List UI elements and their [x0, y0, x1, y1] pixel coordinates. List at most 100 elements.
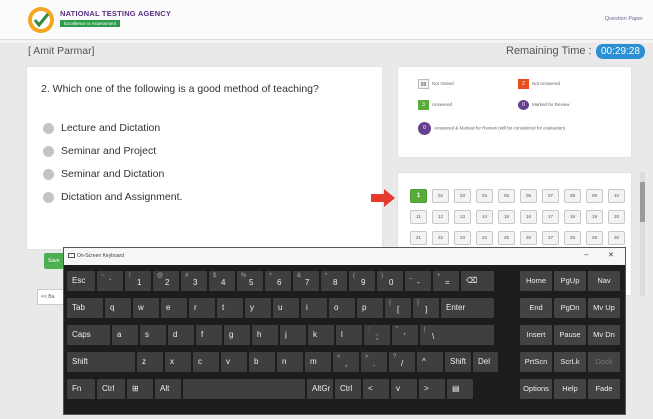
key-f[interactable]: f	[196, 325, 222, 345]
key-Alt[interactable]: Alt	[155, 379, 181, 399]
question-number-button[interactable]: 03	[454, 189, 471, 203]
key-symbol[interactable]: | \	[420, 325, 494, 345]
question-number-button[interactable]: 23	[454, 231, 471, 245]
key-2[interactable]: @2	[153, 271, 179, 291]
key-pgup[interactable]: PgUp	[554, 271, 586, 291]
question-number-button[interactable]: 22	[432, 231, 449, 245]
question-number-button[interactable]: 19	[586, 210, 603, 224]
save-next-button[interactable]: Save	[44, 253, 64, 269]
key-n[interactable]: n	[277, 352, 303, 372]
key-symbol[interactable]: <,	[333, 352, 359, 372]
key-Fn[interactable]: Fn	[67, 379, 95, 399]
key-symbol[interactable]: :;	[364, 325, 390, 345]
key-Shift[interactable]: Shift	[445, 352, 471, 372]
question-number-button[interactable]: 15	[498, 210, 515, 224]
key-Shift[interactable]: Shift	[67, 352, 135, 372]
minimize-icon[interactable]: –	[584, 250, 588, 259]
key-p[interactable]: p	[357, 298, 383, 318]
key-symbol[interactable]: + =	[433, 271, 459, 291]
key-scrlk[interactable]: ScrLk	[554, 352, 586, 372]
key-Esc[interactable]: Esc	[67, 271, 95, 291]
key-a[interactable]: a	[112, 325, 138, 345]
radio-icon[interactable]	[43, 192, 54, 203]
key-7[interactable]: & 7	[293, 271, 319, 291]
key-symbol[interactable]: ^	[417, 352, 443, 372]
question-number-button[interactable]: 08	[564, 189, 581, 203]
question-number-button[interactable]: 1	[410, 189, 427, 203]
scroll-thumb[interactable]	[640, 182, 645, 222]
key-symbol[interactable]: ~ `	[97, 271, 123, 291]
question-number-button[interactable]: 10	[608, 189, 625, 203]
key-5[interactable]: % 5	[237, 271, 263, 291]
question-number-button[interactable]: 09	[586, 189, 603, 203]
key-symbol[interactable]: {[	[385, 298, 411, 318]
key-pause[interactable]: Pause	[554, 325, 586, 345]
key-symbol[interactable]: >.	[361, 352, 387, 372]
key-4[interactable]: $4	[209, 271, 235, 291]
question-number-button[interactable]: 12	[432, 210, 449, 224]
key-y[interactable]: y	[245, 298, 271, 318]
key-symbol[interactable]: " '	[392, 325, 418, 345]
key-pgdn[interactable]: PgDn	[554, 298, 586, 318]
question-number-button[interactable]: 02	[432, 189, 449, 203]
key-0[interactable]: ) 0	[377, 271, 403, 291]
key-6[interactable]: ^ 6	[265, 271, 291, 291]
key-Caps[interactable]: Caps	[67, 325, 110, 345]
question-number-button[interactable]: 30	[608, 231, 625, 245]
key-mvdn[interactable]: Mv Dn	[588, 325, 620, 345]
question-number-button[interactable]: 26	[520, 231, 537, 245]
question-number-button[interactable]: 13	[454, 210, 471, 224]
key-AltGr[interactable]: AltGr	[307, 379, 333, 399]
key-v[interactable]: v	[391, 379, 417, 399]
key-insert[interactable]: Insert	[520, 325, 552, 345]
key-symbol[interactable]: }]	[413, 298, 439, 318]
key-e[interactable]: e	[161, 298, 187, 318]
key-end[interactable]: End	[520, 298, 552, 318]
key-d[interactable]: d	[168, 325, 194, 345]
key-3[interactable]: #3	[181, 271, 207, 291]
key-g[interactable]: g	[224, 325, 250, 345]
key-symbol[interactable]: <	[363, 379, 389, 399]
key-v[interactable]: v	[221, 352, 247, 372]
key-mvup[interactable]: Mv Up	[588, 298, 620, 318]
close-icon[interactable]: ✕	[608, 251, 614, 259]
key-i[interactable]: i	[301, 298, 327, 318]
key-8[interactable]: * 8	[321, 271, 347, 291]
key-Enter[interactable]: Enter	[441, 298, 494, 318]
key-Ctrl[interactable]: Ctrl	[335, 379, 361, 399]
key-Del[interactable]: Del	[473, 352, 498, 372]
key-help[interactable]: Help	[554, 379, 586, 399]
question-number-button[interactable]: 28	[564, 231, 581, 245]
question-number-button[interactable]: 04	[476, 189, 493, 203]
key-t[interactable]: t	[217, 298, 243, 318]
question-number-button[interactable]: 06	[520, 189, 537, 203]
key-Ctrl[interactable]: Ctrl	[97, 379, 125, 399]
key-1[interactable]: ! 1	[125, 271, 151, 291]
key-symbol[interactable]: >	[419, 379, 445, 399]
key-j[interactable]: j	[280, 325, 306, 345]
key-home[interactable]: Home	[520, 271, 552, 291]
key-r[interactable]: r	[189, 298, 215, 318]
radio-icon[interactable]	[43, 123, 54, 134]
question-number-button[interactable]: 21	[410, 231, 427, 245]
question-number-button[interactable]: 07	[542, 189, 559, 203]
key-b[interactable]: b	[249, 352, 275, 372]
key-Tab[interactable]: Tab	[67, 298, 103, 318]
question-paper-link[interactable]: Question Paper	[605, 16, 643, 22]
key-z[interactable]: z	[137, 352, 163, 372]
key-prtscn[interactable]: PrtScn	[520, 352, 552, 372]
key-symbol[interactable]: ⌫	[461, 271, 494, 291]
key-symbol[interactable]: ? /	[389, 352, 415, 372]
radio-icon[interactable]	[43, 169, 54, 180]
key-symbol[interactable]: ▤	[447, 379, 473, 399]
question-number-button[interactable]: 24	[476, 231, 493, 245]
key-9[interactable]: (9	[349, 271, 375, 291]
key-u[interactable]: u	[273, 298, 299, 318]
key-q[interactable]: q	[105, 298, 131, 318]
question-number-button[interactable]: 25	[498, 231, 515, 245]
key-space[interactable]	[183, 379, 305, 399]
key-symbol[interactable]: ⊞	[127, 379, 153, 399]
key-l[interactable]: l	[336, 325, 362, 345]
key-c[interactable]: c	[193, 352, 219, 372]
key-s[interactable]: s	[140, 325, 166, 345]
